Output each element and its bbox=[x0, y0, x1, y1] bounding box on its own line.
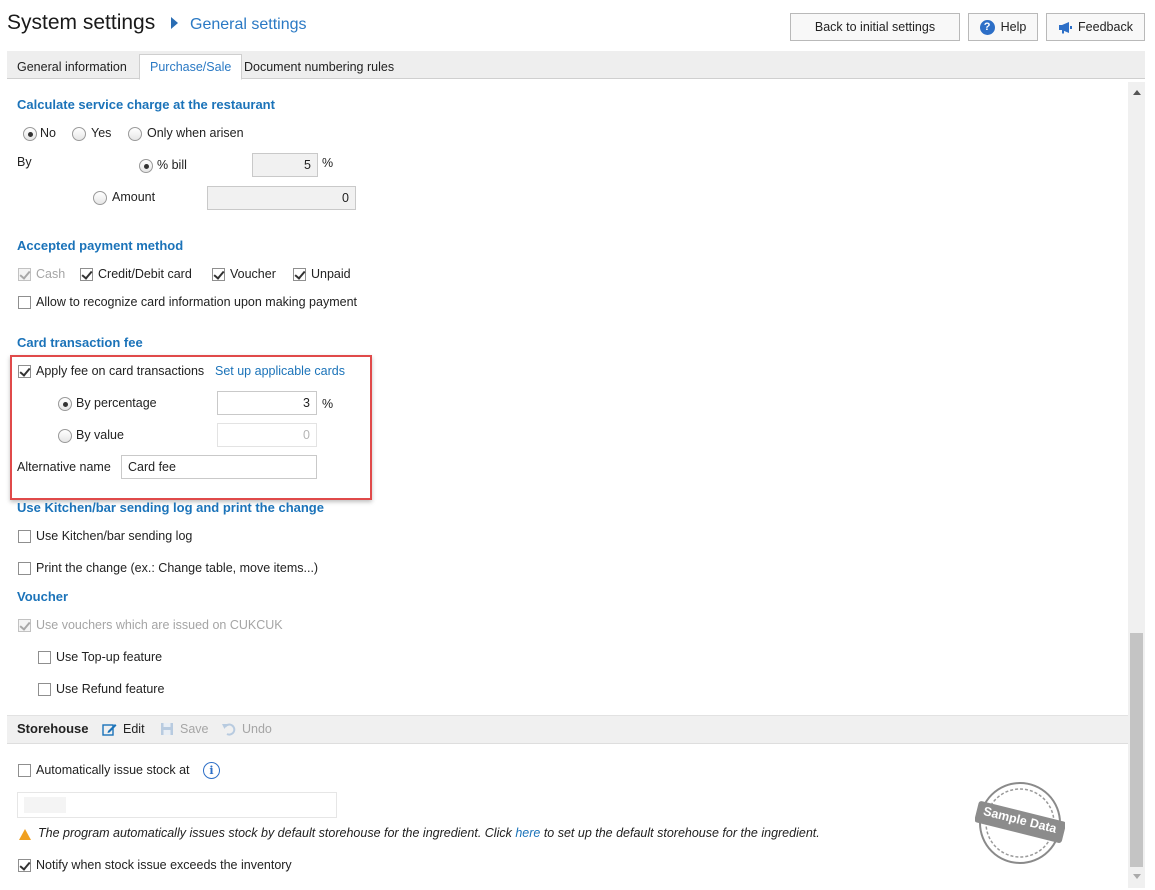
tab-document-numbering-rules[interactable]: Document numbering rules bbox=[234, 54, 404, 79]
default-storehouse-warning: The program automatically issues stock b… bbox=[38, 826, 820, 840]
alternative-name-label: Alternative name bbox=[17, 460, 111, 474]
help-icon: ? bbox=[979, 19, 995, 35]
apply-card-fee-label: Apply fee on card transactions bbox=[36, 364, 205, 378]
allow-card-info-checkbox[interactable] bbox=[18, 296, 31, 309]
tab-general-information[interactable]: General information bbox=[7, 54, 137, 79]
credit-debit-card-label: Credit/Debit card bbox=[98, 267, 192, 281]
percentage-unit: % bbox=[322, 397, 334, 411]
back-button-label: Back to initial settings bbox=[814, 20, 936, 34]
voucher-label: Voucher bbox=[230, 267, 276, 281]
percent-bill-input[interactable]: 5 bbox=[252, 153, 318, 177]
warning-icon bbox=[19, 829, 31, 840]
credit-debit-card-checkbox[interactable] bbox=[80, 268, 93, 281]
feedback-button[interactable]: Feedback bbox=[1046, 13, 1145, 41]
value-input[interactable]: 0 bbox=[217, 423, 317, 447]
percentage-input[interactable]: 3 bbox=[217, 391, 317, 415]
by-percentage-label: By percentage bbox=[76, 396, 157, 410]
unpaid-label: Unpaid bbox=[311, 267, 351, 281]
edit-button[interactable]: Edit bbox=[123, 722, 145, 736]
unpaid-checkbox[interactable] bbox=[293, 268, 306, 281]
percent-bill-label: % bill bbox=[157, 158, 187, 172]
breadcrumb-general-settings[interactable]: General settings bbox=[190, 16, 307, 34]
feedback-button-label: Feedback bbox=[1078, 20, 1133, 34]
by-value-label: By value bbox=[76, 428, 124, 442]
use-cukcuk-vouchers-checkbox bbox=[18, 619, 31, 632]
cash-checkbox bbox=[18, 268, 31, 281]
megaphone-icon bbox=[1058, 21, 1073, 34]
service-charge-no-radio[interactable] bbox=[23, 127, 37, 141]
service-charge-title: Calculate service charge at the restaura… bbox=[17, 97, 275, 112]
notify-stock-exceeds-label: Notify when stock issue exceeds the inve… bbox=[36, 858, 292, 872]
amount-input[interactable]: 0 bbox=[207, 186, 356, 210]
save-button: Save bbox=[180, 722, 209, 736]
page-title: System settings bbox=[7, 11, 156, 34]
by-value-radio[interactable] bbox=[58, 429, 72, 443]
undo-button: Undo bbox=[242, 722, 272, 736]
back-to-initial-settings-button[interactable]: Back to initial settings bbox=[790, 13, 960, 41]
amount-label: Amount bbox=[112, 190, 156, 204]
refund-label: Use Refund feature bbox=[56, 682, 165, 696]
edit-icon[interactable] bbox=[102, 722, 117, 739]
amount-radio[interactable] bbox=[93, 191, 107, 205]
percent-bill-radio[interactable] bbox=[139, 159, 153, 173]
warning-text-prefix: The program automatically issues stock b… bbox=[38, 826, 516, 840]
set-up-applicable-cards-link[interactable]: Set up applicable cards bbox=[215, 364, 345, 378]
tab-purchase-sale[interactable]: Purchase/Sale bbox=[139, 54, 243, 80]
sample-data-stamp: Sample Data bbox=[974, 781, 1066, 865]
by-percentage-radio[interactable] bbox=[58, 397, 72, 411]
topup-checkbox[interactable] bbox=[38, 651, 51, 664]
service-charge-no-label: No bbox=[40, 126, 56, 140]
kitchen-bar-title: Use Kitchen/bar sending log and print th… bbox=[17, 500, 324, 515]
scrollbar-thumb[interactable] bbox=[1130, 633, 1143, 867]
topup-label: Use Top-up feature bbox=[56, 650, 163, 664]
apply-card-fee-checkbox[interactable] bbox=[18, 365, 31, 378]
print-change-label: Print the change (ex.: Change table, mov… bbox=[36, 561, 319, 575]
save-icon bbox=[160, 722, 174, 739]
storehouse-toolbar bbox=[7, 715, 1128, 744]
service-charge-yes-label: Yes bbox=[91, 126, 112, 140]
auto-issue-stock-checkbox[interactable] bbox=[18, 764, 31, 777]
storehouse-title: Storehouse bbox=[17, 721, 89, 736]
storehouse-select-value bbox=[24, 797, 66, 813]
service-charge-only-when-arisen-radio[interactable] bbox=[128, 127, 142, 141]
refund-checkbox[interactable] bbox=[38, 683, 51, 696]
breadcrumb-arrow-icon bbox=[171, 17, 178, 29]
scroll-down-arrow-icon[interactable] bbox=[1128, 868, 1145, 885]
warning-here-link[interactable]: here bbox=[515, 826, 540, 840]
card-fee-title: Card transaction fee bbox=[17, 335, 143, 350]
use-cukcuk-vouchers-label: Use vouchers which are issued on CUKCUK bbox=[36, 618, 283, 632]
service-charge-only-when-arisen-label: Only when arisen bbox=[147, 126, 244, 140]
undo-icon bbox=[221, 722, 236, 739]
percent-bill-unit: % bbox=[322, 156, 334, 170]
voucher-checkbox[interactable] bbox=[212, 268, 225, 281]
print-change-checkbox[interactable] bbox=[18, 562, 31, 575]
warning-text-suffix: to set up the default storehouse for the… bbox=[540, 826, 820, 840]
service-charge-by-label: By bbox=[17, 155, 32, 169]
auto-issue-stock-label: Automatically issue stock at bbox=[36, 763, 190, 777]
help-button[interactable]: ? Help bbox=[968, 13, 1038, 41]
alternative-name-input[interactable]: Card fee bbox=[121, 455, 317, 479]
scroll-up-arrow-icon[interactable] bbox=[1128, 84, 1145, 101]
cash-label: Cash bbox=[36, 267, 66, 281]
allow-card-info-label: Allow to recognize card information upon… bbox=[36, 295, 358, 309]
storehouse-select[interactable] bbox=[17, 792, 337, 818]
voucher-title: Voucher bbox=[17, 589, 69, 604]
use-kitchen-log-checkbox[interactable] bbox=[18, 530, 31, 543]
help-button-label: Help bbox=[1000, 20, 1027, 34]
payment-method-title: Accepted payment method bbox=[17, 238, 184, 253]
use-kitchen-log-label: Use Kitchen/bar sending log bbox=[36, 529, 193, 543]
info-icon[interactable]: i bbox=[203, 762, 220, 779]
service-charge-yes-radio[interactable] bbox=[72, 127, 86, 141]
notify-stock-exceeds-checkbox[interactable] bbox=[18, 859, 31, 872]
